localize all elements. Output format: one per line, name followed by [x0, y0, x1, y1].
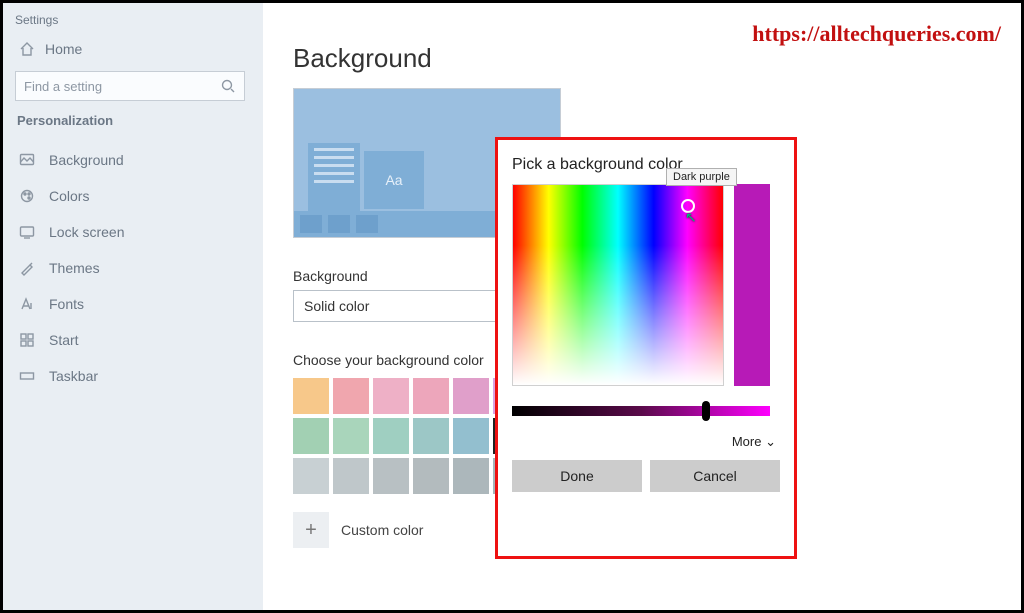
home-icon [19, 41, 35, 57]
slider-thumb[interactable] [702, 401, 710, 421]
nav-label: Start [49, 332, 79, 348]
color-tooltip: Dark purple [666, 168, 737, 186]
cancel-button[interactable]: Cancel [650, 460, 780, 492]
current-color-swatch [734, 184, 770, 386]
color-swatch[interactable] [413, 458, 449, 494]
home-label: Home [45, 41, 82, 57]
preview-window-lines [308, 143, 360, 215]
color-swatch[interactable] [373, 418, 409, 454]
sidebar-item-lockscreen[interactable]: Lock screen [15, 214, 251, 250]
start-icon [19, 332, 35, 348]
app-title: Settings [15, 13, 251, 27]
done-button[interactable]: Done [512, 460, 642, 492]
search-input[interactable] [24, 79, 204, 94]
sidebar-item-taskbar[interactable]: Taskbar [15, 358, 251, 394]
custom-color-button[interactable]: + [293, 512, 329, 548]
more-label: More [732, 434, 762, 449]
color-swatch[interactable] [453, 458, 489, 494]
color-picker-dialog: Pick a background color Dark purple ↖ Mo… [500, 142, 792, 554]
search-input-wrap[interactable] [15, 71, 245, 101]
nav-label: Background [49, 152, 124, 168]
taskbar-icon [19, 368, 35, 384]
nav-label: Colors [49, 188, 89, 204]
swatch-grid [293, 378, 529, 494]
search-icon [220, 78, 236, 94]
preview-window-sample: Aa [364, 151, 424, 209]
background-type-value: Solid color [304, 298, 369, 314]
color-swatch[interactable] [293, 458, 329, 494]
color-spectrum[interactable]: ↖ [512, 184, 724, 386]
background-type-dropdown[interactable]: Solid color [293, 290, 523, 322]
sidebar-item-background[interactable]: Background [15, 142, 251, 178]
nav-label: Taskbar [49, 368, 98, 384]
color-swatch[interactable] [333, 418, 369, 454]
nav-label: Fonts [49, 296, 84, 312]
color-swatch[interactable] [293, 378, 329, 414]
watermark-link[interactable]: https://alltechqueries.com/ [752, 21, 1001, 47]
custom-color-label: Custom color [341, 522, 423, 538]
fonts-icon [19, 296, 35, 312]
annotation-outline: Pick a background color Dark purple ↖ Mo… [495, 137, 797, 559]
chevron-down-icon: ⌄ [765, 434, 776, 449]
more-toggle[interactable]: More ⌄ [512, 434, 780, 450]
color-swatch[interactable] [333, 378, 369, 414]
sidebar-item-home[interactable]: Home [19, 41, 251, 57]
color-swatch[interactable] [413, 418, 449, 454]
color-swatch[interactable] [453, 418, 489, 454]
sidebar-item-start[interactable]: Start [15, 322, 251, 358]
color-swatch[interactable] [373, 378, 409, 414]
settings-sidebar: Settings Home Personalization Background… [3, 3, 263, 610]
colors-icon [19, 188, 35, 204]
color-swatch[interactable] [373, 458, 409, 494]
picker-title: Pick a background color [512, 156, 780, 174]
sidebar-item-colors[interactable]: Colors [15, 178, 251, 214]
sidebar-item-fonts[interactable]: Fonts [15, 286, 251, 322]
nav-label: Themes [49, 260, 100, 276]
sidebar-item-themes[interactable]: Themes [15, 250, 251, 286]
nav-label: Lock screen [49, 224, 124, 240]
page-title: Background [293, 43, 991, 74]
color-swatch[interactable] [413, 378, 449, 414]
color-swatch[interactable] [453, 378, 489, 414]
sidebar-section: Personalization [17, 113, 251, 128]
cursor-pointer-icon: ↖ [685, 209, 697, 226]
color-swatch[interactable] [293, 418, 329, 454]
value-slider[interactable] [512, 406, 770, 416]
themes-icon [19, 260, 35, 276]
color-swatch[interactable] [333, 458, 369, 494]
lockscreen-icon [19, 224, 35, 240]
background-icon [19, 152, 35, 168]
